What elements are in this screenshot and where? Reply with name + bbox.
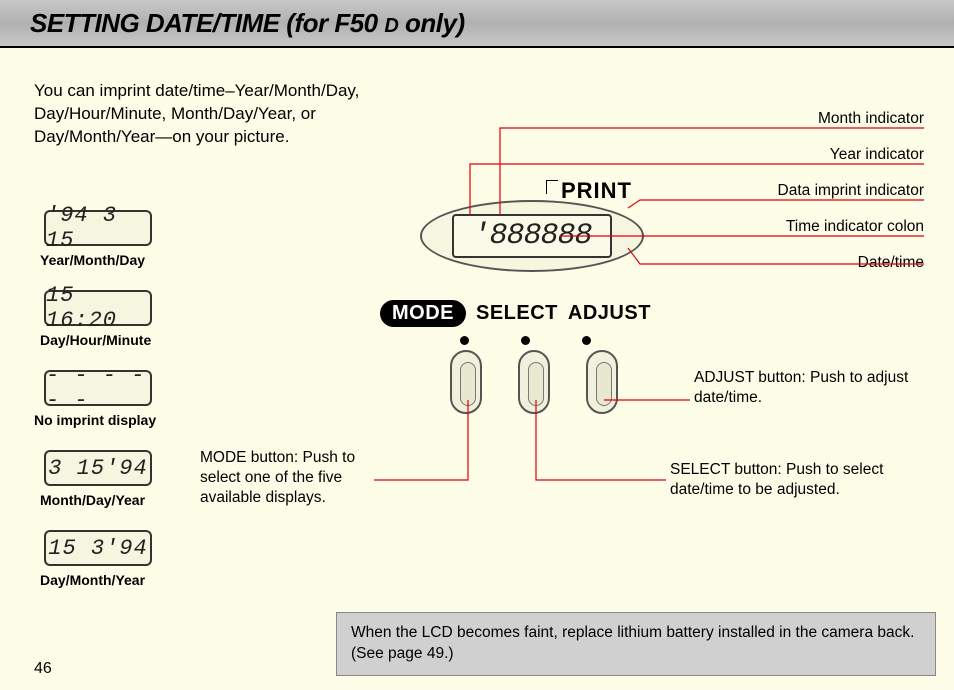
adjust-label: ADJUST [568, 302, 651, 325]
lcd-label-dmy: Day/Month/Year [40, 572, 145, 588]
lcd-label-none: No imprint display [34, 412, 156, 428]
adjust-button[interactable] [586, 350, 618, 414]
lcd-window: '888888 [452, 214, 612, 258]
page-title: SETTING DATE/TIME (for F50 D only) [30, 8, 465, 39]
select-label: SELECT [476, 302, 558, 325]
callout-select-button: SELECT button: Push to select date/time … [670, 460, 920, 500]
title-tail: only) [398, 8, 464, 38]
callout-date-time: Date/time [858, 254, 924, 272]
lcd-sample-dhm: 15 16:20 [44, 290, 152, 326]
lcd-value: 15 3'94 [48, 536, 147, 561]
button-group [450, 350, 618, 414]
page-header: SETTING DATE/TIME (for F50 D only) [0, 0, 954, 48]
lcd-value: 15 16:20 [46, 283, 150, 333]
battery-note: When the LCD becomes faint, replace lith… [336, 612, 936, 676]
dot-icon [460, 336, 469, 345]
callout-mode-button: MODE button: Push to select one of the f… [200, 448, 370, 508]
lcd-label-mdy: Month/Day/Year [40, 492, 145, 508]
lcd-value: - - - - - - [46, 363, 150, 413]
select-button[interactable] [518, 350, 550, 414]
callout-adjust-button: ADJUST button: Push to adjust date/time. [694, 368, 914, 408]
lcd-sample-none: - - - - - - [44, 370, 152, 406]
button-dots [460, 336, 591, 345]
lcd-sample-dmy: 15 3'94 [44, 530, 152, 566]
mode-button[interactable] [450, 350, 482, 414]
lcd-digits: '888888 [472, 219, 591, 253]
dot-icon [582, 336, 591, 345]
title-small: D [384, 15, 398, 37]
dot-icon [521, 336, 530, 345]
print-corner-mark [546, 180, 558, 194]
button-labels-row: MODE SELECT ADJUST [380, 300, 651, 327]
callout-time-colon: Time indicator colon [786, 218, 924, 236]
mode-label: MODE [380, 300, 466, 327]
title-main: SETTING DATE/TIME (for F50 [30, 8, 384, 38]
lcd-sample-mdy: 3 15'94 [44, 450, 152, 486]
lcd-label-ymd: Year/Month/Day [40, 252, 145, 268]
page-number: 46 [34, 660, 52, 678]
lcd-sample-ymd: '94 3 15 [44, 210, 152, 246]
lcd-label-dhm: Day/Hour/Minute [40, 332, 151, 348]
print-label: PRINT [561, 178, 632, 204]
callout-data-imprint: Data imprint indicator [778, 182, 924, 200]
callout-year-indicator: Year indicator [830, 146, 924, 164]
intro-text: You can imprint date/time–Year/Month/Day… [34, 80, 414, 149]
callout-month-indicator: Month indicator [818, 110, 924, 128]
lcd-value: 3 15'94 [48, 456, 147, 481]
lcd-value: '94 3 15 [46, 203, 150, 253]
